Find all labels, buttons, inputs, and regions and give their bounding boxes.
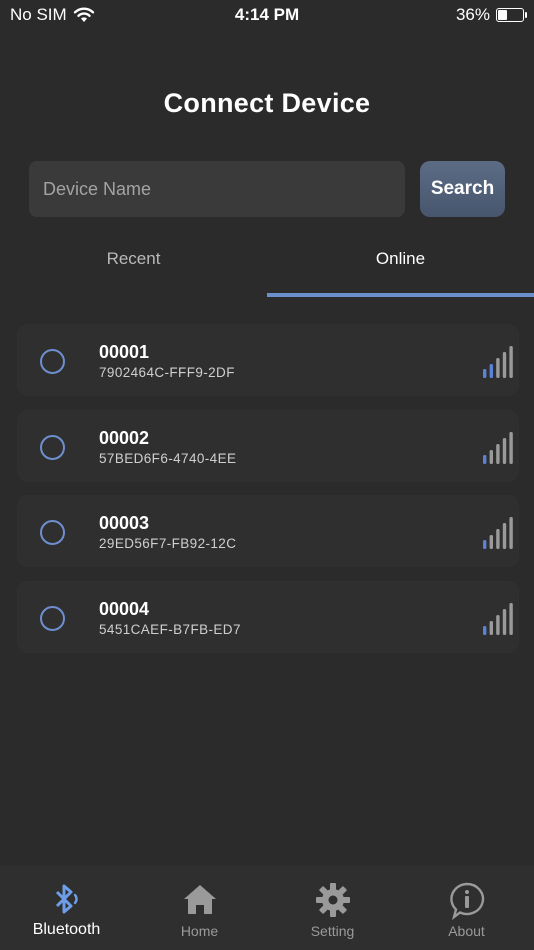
signal-bar [489, 364, 493, 378]
signal-strength-icon [483, 431, 513, 464]
tab-bar-item-about[interactable]: About [400, 866, 533, 950]
signal-strength-icon [483, 517, 513, 549]
tab-bar-label: Setting [310, 923, 355, 939]
signal-bar [496, 614, 500, 635]
device-radio[interactable] [40, 349, 65, 374]
signal-bar [489, 620, 493, 635]
signal-bar [489, 449, 493, 464]
signal-bar [509, 431, 513, 464]
signal-bar [496, 529, 500, 549]
signal-bar [483, 625, 487, 635]
battery-fill [498, 10, 507, 20]
signal-bar [489, 535, 493, 549]
signal-strength-icon [483, 346, 513, 378]
search-button[interactable]: Search [420, 161, 505, 217]
page-title: Connect Device [163, 88, 371, 118]
device-radio[interactable] [40, 605, 65, 631]
battery-percent: 36% [455, 5, 490, 24]
signal-strength-icon [483, 602, 513, 635]
tab-online[interactable]: Online [267, 240, 534, 292]
device-id: 7902464C-FFF9-2DF [99, 365, 235, 380]
tab-recent[interactable]: Recent [0, 240, 267, 292]
tab-bar-label: About [448, 923, 485, 939]
signal-bar [483, 454, 487, 464]
tab-bar-label: Home [180, 923, 219, 939]
signal-bar [502, 608, 507, 635]
device-row[interactable]: 00002 57BED6F6-4740-4EE [18, 410, 518, 481]
signal-bar [483, 369, 487, 378]
device-id: 5451CAEF-B7FB-ED7 [99, 621, 241, 637]
status-time: 4:14 PM [234, 5, 300, 24]
tab-bar-label: Bluetooth [32, 921, 101, 938]
gear-icon [315, 883, 350, 917]
segment-tabs: Recent Online [0, 240, 534, 298]
info-icon [449, 882, 484, 920]
bluetooth-icon [55, 884, 78, 914]
battery-icon [496, 8, 527, 22]
signal-bar [502, 523, 507, 549]
home-icon [183, 885, 216, 914]
device-id: 29ED56F7-FB92-12C [99, 536, 237, 551]
device-radio[interactable] [40, 434, 65, 460]
signal-bar [502, 437, 507, 464]
signal-bar [509, 602, 513, 635]
signal-bar [509, 346, 513, 378]
signal-bar [496, 358, 500, 378]
device-name-input[interactable] [29, 161, 405, 217]
tab-bar-item-bluetooth[interactable]: Bluetooth [0, 866, 133, 950]
active-tab-indicator [267, 293, 534, 297]
device-row[interactable]: 00004 5451CAEF-B7FB-ED7 [18, 581, 518, 652]
device-row[interactable]: 00001 7902464C-FFF9-2DF [18, 325, 518, 395]
device-name: 00004 [99, 598, 150, 619]
device-name: 00002 [99, 427, 150, 448]
tab-bar-item-setting[interactable]: Setting [266, 866, 399, 950]
device-radio[interactable] [40, 520, 65, 545]
signal-bar [496, 443, 500, 464]
device-row[interactable]: 00003 29ED56F7-FB92-12C [18, 496, 518, 566]
tab-bar-item-home[interactable]: Home [133, 866, 266, 950]
device-name: 00003 [99, 513, 150, 533]
signal-bar [509, 517, 513, 549]
device-name: 00001 [99, 342, 150, 362]
signal-bar [502, 352, 507, 378]
device-id: 57BED6F6-4740-4EE [99, 450, 237, 466]
bottom-tab-bar: Bluetooth Home Setting About [0, 866, 534, 950]
status-right: 36% [455, 5, 527, 25]
device-list: 00001 7902464C-FFF9-2DF 00002 57BED6F6-4740… [18, 325, 518, 667]
signal-bar [483, 540, 487, 549]
status-bar: No SIM 4:14 PM 36% [0, 0, 534, 30]
